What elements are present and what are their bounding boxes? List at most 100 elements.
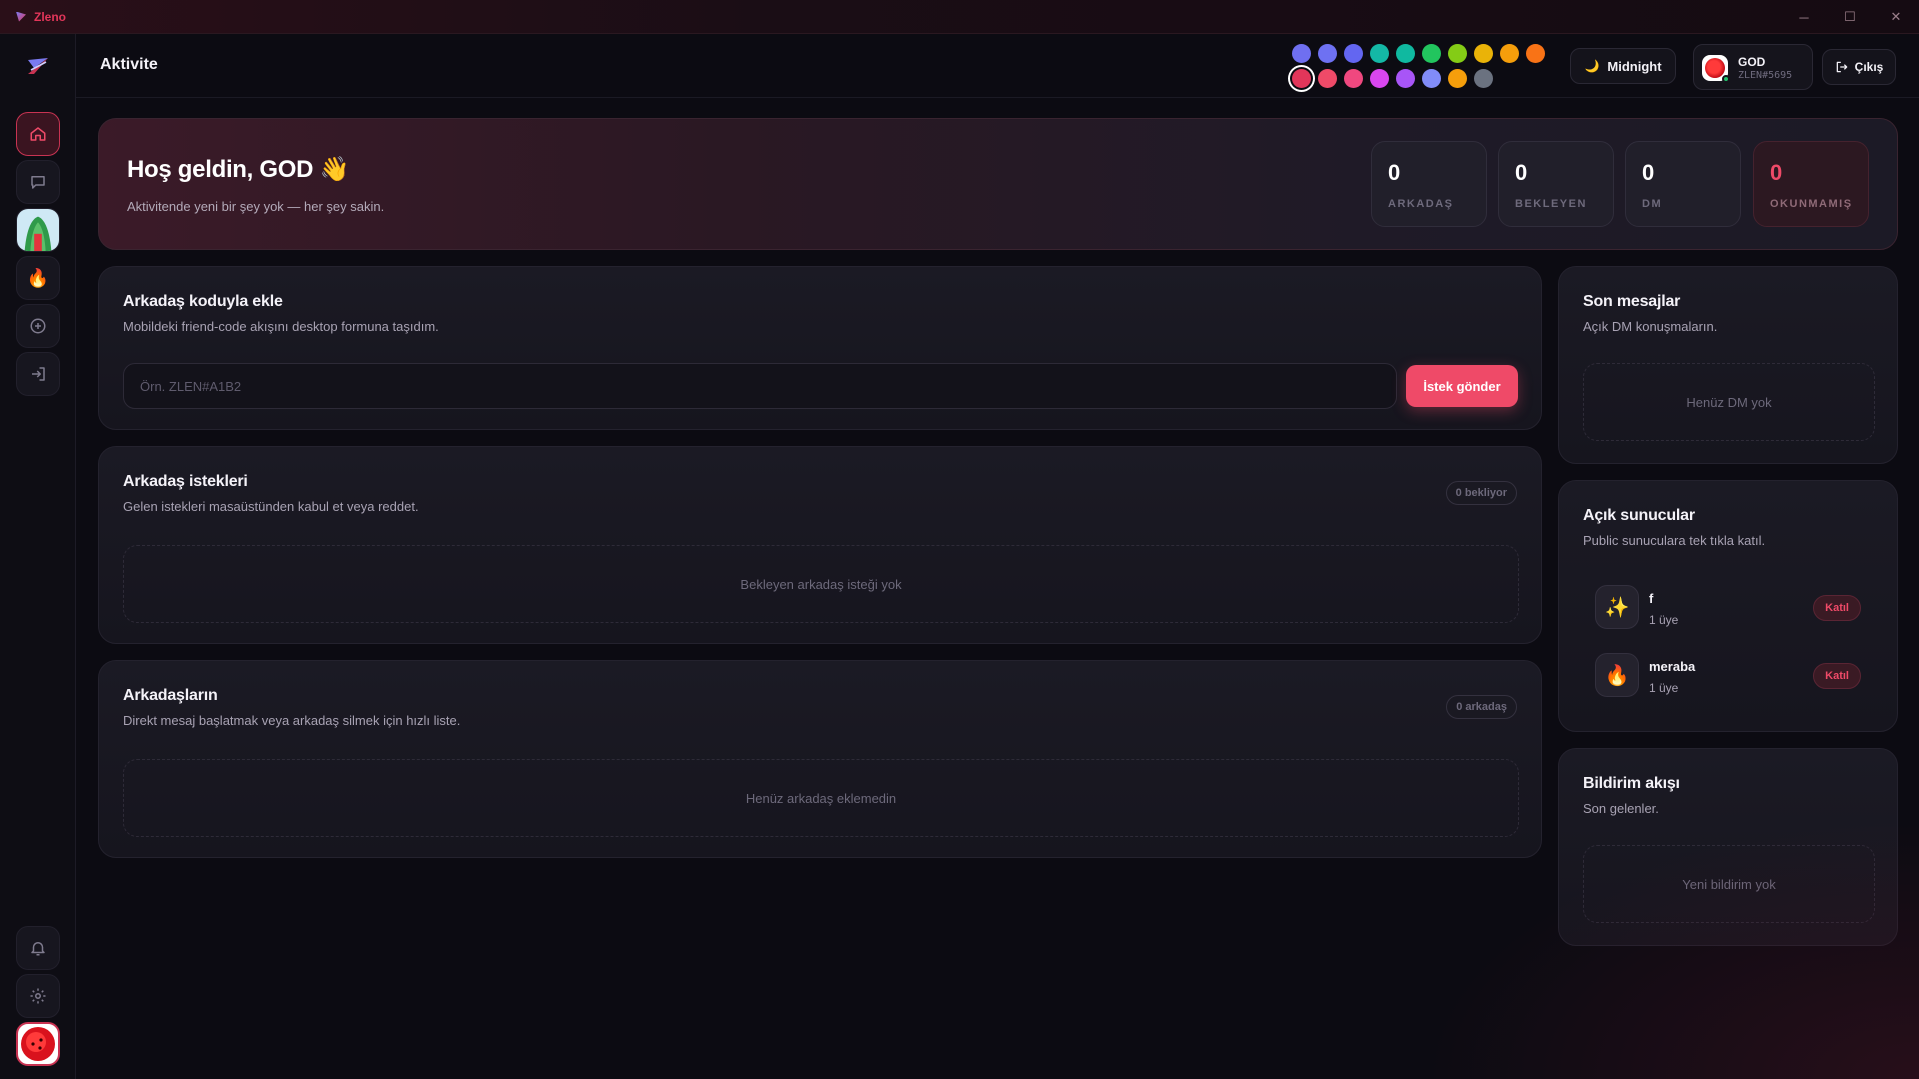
- stat-unread: 0 OKUNMAMIŞ: [1753, 141, 1869, 227]
- card-subtitle: Direkt mesaj başlatmak veya arkadaş silm…: [123, 713, 461, 728]
- recent-messages-card: Son mesajlar Açık DM konuşmaların. Henüz…: [1558, 266, 1898, 464]
- server-list-item: 🔥 meraba 1 üye Katıl: [1595, 653, 1861, 699]
- welcome-title: Hoş geldin, GOD 👋: [127, 156, 350, 183]
- server-name: f: [1649, 591, 1654, 606]
- app-logo-icon: [16, 11, 26, 22]
- color-swatch[interactable]: [1448, 69, 1467, 88]
- card-subtitle: Açık DM konuşmaların.: [1583, 319, 1718, 334]
- stat-label: OKUNMAMIŞ: [1770, 198, 1853, 210]
- friend-code-input[interactable]: [123, 363, 1397, 409]
- plus-circle-icon: [30, 318, 46, 334]
- user-name: GOD: [1738, 55, 1766, 69]
- requests-empty-state: Bekleyen arkadaş isteği yok: [123, 545, 1519, 623]
- rail-profile[interactable]: [16, 1022, 60, 1066]
- online-status-indicator: [1722, 75, 1730, 83]
- color-swatch[interactable]: [1292, 69, 1311, 88]
- stat-label: BEKLEYEN: [1515, 198, 1587, 210]
- bell-icon: [31, 942, 45, 956]
- color-swatch[interactable]: [1370, 69, 1389, 88]
- page-title: Aktivite: [100, 56, 158, 73]
- pending-count-badge: 0 bekliyor: [1445, 481, 1517, 505]
- window-controls: ─ ☐ ✕: [1781, 0, 1919, 34]
- server-rail: 🔥: [0, 34, 76, 1079]
- title-bar: Zleno ─ ☐ ✕: [0, 0, 1919, 34]
- color-swatch[interactable]: [1422, 69, 1441, 88]
- card-title: Son mesajlar: [1583, 293, 1681, 310]
- color-swatch[interactable]: [1422, 44, 1441, 63]
- rail-server-2[interactable]: 🔥: [16, 256, 60, 300]
- card-subtitle: Public sunuculara tek tıkla katıl.: [1583, 533, 1766, 548]
- color-swatch[interactable]: [1344, 69, 1363, 88]
- card-subtitle: Mobildeki friend-code akışını desktop fo…: [123, 319, 439, 334]
- chat-icon: [31, 176, 45, 189]
- notifications-card: Bildirim akışı Son gelenler. Yeni bildir…: [1558, 748, 1898, 946]
- welcome-subtitle: Aktivitende yeni bir şey yok — her şey s…: [127, 199, 385, 214]
- stat-label: ARKADAŞ: [1388, 198, 1454, 210]
- rail-join[interactable]: [16, 352, 60, 396]
- color-swatch[interactable]: [1370, 44, 1389, 63]
- sparkles-icon: ✨: [1595, 585, 1639, 629]
- join-server-button[interactable]: Katıl: [1813, 595, 1861, 621]
- user-chip[interactable]: GOD ZLEN#5695: [1693, 44, 1813, 90]
- theme-button[interactable]: 🌙 Midnight: [1570, 48, 1676, 84]
- rail-add-server[interactable]: [16, 304, 60, 348]
- friends-empty-state: Henüz arkadaş eklemedin: [123, 759, 1519, 837]
- friends-count-badge: 0 arkadaş: [1446, 695, 1517, 719]
- avatar: [21, 1027, 55, 1061]
- card-title: Arkadaş istekleri: [123, 473, 248, 490]
- rail-notifications[interactable]: [16, 926, 60, 970]
- color-swatch[interactable]: [1474, 44, 1493, 63]
- friends-card: Arkadaşların Direkt mesaj başlatmak veya…: [98, 660, 1542, 858]
- logout-button[interactable]: Çıkış: [1822, 49, 1896, 85]
- logout-icon: [1836, 61, 1847, 73]
- stat-value: 0: [1515, 160, 1528, 185]
- user-tag: ZLEN#5695: [1738, 70, 1793, 81]
- stat-value: 0: [1642, 160, 1655, 185]
- dm-empty-state: Henüz DM yok: [1583, 363, 1875, 441]
- join-server-button[interactable]: Katıl: [1813, 663, 1861, 689]
- welcome-hero: Hoş geldin, GOD 👋 Aktivitende yeni bir ş…: [98, 118, 1898, 250]
- fire-icon: 🔥: [1595, 653, 1639, 697]
- fire-icon: 🔥: [26, 267, 50, 288]
- color-swatch[interactable]: [1526, 44, 1545, 63]
- color-swatch[interactable]: [1396, 69, 1415, 88]
- rail-home[interactable]: [16, 112, 60, 156]
- send-request-button[interactable]: İstek gönder: [1406, 365, 1518, 407]
- color-swatch[interactable]: [1500, 44, 1519, 63]
- color-swatch[interactable]: [1292, 44, 1311, 63]
- server-list-item: ✨ f 1 üye Katıl: [1595, 585, 1861, 631]
- card-title: Açık sunucular: [1583, 507, 1695, 524]
- notifications-empty-state: Yeni bildirim yok: [1583, 845, 1875, 923]
- friend-requests-card: Arkadaş istekleri Gelen istekleri masaüs…: [98, 446, 1542, 644]
- rail-settings[interactable]: [16, 974, 60, 1018]
- home-icon: [30, 127, 46, 141]
- theme-label: Midnight: [1607, 58, 1662, 74]
- server-avatar-icon: [17, 209, 59, 251]
- card-title: Arkadaşların: [123, 687, 218, 704]
- app-logo-icon[interactable]: [26, 56, 50, 76]
- maximize-button[interactable]: ☐: [1827, 0, 1873, 34]
- stat-friends: 0 ARKADAŞ: [1371, 141, 1487, 227]
- window-title: Zleno: [34, 9, 66, 24]
- rail-server-1[interactable]: [16, 208, 60, 252]
- stat-value: 0: [1388, 160, 1401, 185]
- color-swatch[interactable]: [1318, 44, 1337, 63]
- rail-messages[interactable]: [16, 160, 60, 204]
- stat-pending: 0 BEKLEYEN: [1498, 141, 1614, 227]
- card-title: Bildirim akışı: [1583, 775, 1680, 792]
- stat-label: DM: [1642, 198, 1663, 210]
- color-swatch[interactable]: [1318, 69, 1337, 88]
- color-swatch[interactable]: [1344, 44, 1363, 63]
- login-icon: [32, 367, 45, 381]
- card-subtitle: Son gelenler.: [1583, 801, 1659, 816]
- color-swatch[interactable]: [1448, 44, 1467, 63]
- server-members: 1 üye: [1649, 681, 1679, 695]
- server-name: meraba: [1649, 659, 1696, 674]
- color-swatch[interactable]: [1474, 69, 1493, 88]
- minimize-button[interactable]: ─: [1781, 0, 1827, 34]
- close-button[interactable]: ✕: [1873, 0, 1919, 34]
- color-swatch[interactable]: [1396, 44, 1415, 63]
- top-header: Aktivite 🌙 Midnight GOD ZLEN#5695 Çıkış: [76, 34, 1919, 98]
- card-subtitle: Gelen istekleri masaüstünden kabul et ve…: [123, 499, 419, 514]
- server-members: 1 üye: [1649, 613, 1679, 627]
